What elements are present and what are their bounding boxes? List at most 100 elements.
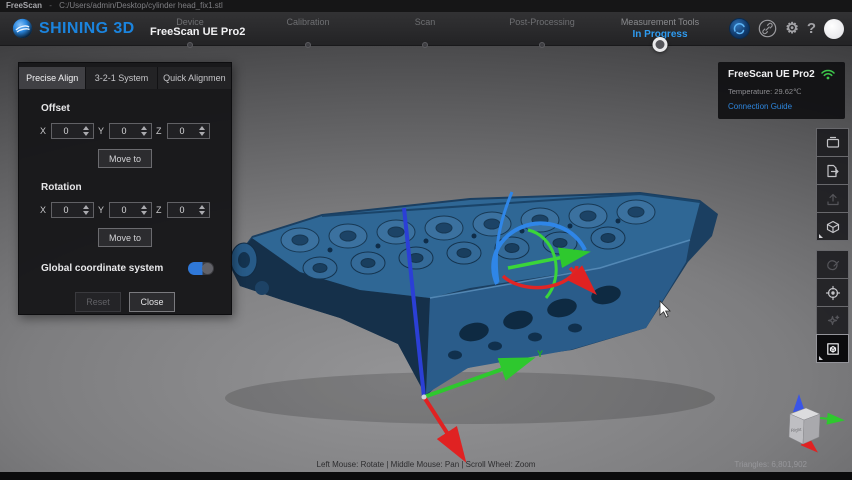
tab-measurement-tools[interactable]: Measurement Tools: [621, 17, 699, 27]
offset-y-input[interactable]: [110, 124, 138, 138]
rotation-y-label: Y: [98, 205, 105, 215]
spin-down-icon[interactable]: [141, 132, 147, 136]
user-avatar[interactable]: [824, 18, 844, 39]
spin-up-icon[interactable]: [199, 126, 205, 130]
rotation-z-input[interactable]: [168, 203, 196, 217]
rotation-section-label: Rotation: [41, 182, 82, 193]
toolbar-right-group-2: [816, 250, 849, 363]
window-titlebar: FreeScan - C:/Users/admin/Desktop/cylind…: [0, 0, 852, 12]
align-panel-buttons: Reset Close: [19, 292, 231, 312]
bounding-box-button[interactable]: [816, 334, 849, 363]
tab-321-system[interactable]: 3-2-1 System: [86, 67, 158, 89]
device-name: FreeScan UE Pro2: [728, 69, 815, 80]
model-cube-icon: [826, 220, 839, 233]
mouse-hint-text: Left Mouse: Rotate | Middle Mouse: Pan |…: [316, 460, 536, 469]
rotation-z-spinner: [167, 202, 210, 218]
navigation-cube[interactable]: Right: [788, 394, 845, 453]
rotation-y-input[interactable]: [110, 203, 138, 217]
locate-target-button[interactable]: [816, 278, 849, 307]
product-name: FreeScan UE Pro2: [150, 26, 246, 38]
export-file-icon: [826, 164, 839, 177]
tab-scan[interactable]: Scan: [415, 17, 436, 27]
offset-y-label: Y: [98, 126, 105, 136]
axis-label-y: Y: [537, 349, 543, 359]
offset-move-to-button[interactable]: Move to: [98, 149, 152, 168]
spin-up-icon[interactable]: [83, 126, 89, 130]
global-coordinate-label: Global coordinate system: [41, 263, 164, 274]
precise-align-panel: Precise Align 3-2-1 System Quick Alignme…: [18, 62, 232, 315]
offset-row: X Y Z: [19, 123, 231, 139]
rotation-x-label: X: [40, 205, 47, 215]
open-file-path: C:/Users/admin/Desktop/cylinder head_fix…: [59, 1, 223, 10]
spin-up-icon[interactable]: [141, 205, 147, 209]
global-coordinate-toggle[interactable]: [188, 262, 214, 275]
tab-device[interactable]: Device: [176, 17, 204, 27]
rotation-row: X Y Z: [19, 202, 231, 218]
magic-select-icon: [827, 314, 839, 325]
model-cylinder-head[interactable]: [230, 192, 718, 396]
rotation-x-spinner: [51, 202, 94, 218]
offset-x-label: X: [40, 126, 47, 136]
global-coordinate-row: Global coordinate system: [19, 262, 231, 275]
upload-button[interactable]: [816, 184, 849, 213]
wifi-icon: [821, 69, 835, 80]
triangle-count: Triangles: 6,801,902: [734, 460, 807, 469]
connection-guide-link[interactable]: Connection Guide: [728, 102, 835, 111]
menubar: SHINING 3D FreeScan UE Pro2 Device Calib…: [0, 12, 852, 52]
spin-up-icon[interactable]: [83, 205, 89, 209]
settings-gear-icon[interactable]: ⚙: [785, 21, 798, 36]
offset-z-spin-buttons[interactable]: [196, 124, 208, 138]
tab-precise-align[interactable]: Precise Align: [19, 67, 87, 89]
mesh-edit-button[interactable]: [816, 250, 849, 279]
tab-calibration[interactable]: Calibration: [286, 17, 329, 27]
rotation-move-to-button[interactable]: Move to: [98, 228, 152, 247]
offset-x-input[interactable]: [52, 124, 80, 138]
brand-logo: SHINING 3D: [12, 18, 135, 39]
model-cube-button[interactable]: [816, 212, 849, 241]
step-dot-device: [187, 42, 193, 48]
taskbar-strip: [0, 472, 852, 480]
rotation-x-input[interactable]: [52, 203, 80, 217]
locate-target-icon: [825, 285, 840, 300]
scan-view-button[interactable]: [816, 128, 849, 157]
spin-down-icon[interactable]: [141, 211, 147, 215]
spin-up-icon[interactable]: [199, 205, 205, 209]
tab-quick-alignment[interactable]: Quick Alignmen: [157, 67, 231, 89]
help-icon[interactable]: ?: [807, 21, 816, 36]
viewport-3d[interactable]: Y Right Precise Align 3-2-1 System Quick…: [0, 46, 852, 472]
rotation-x-spin-buttons[interactable]: [80, 203, 92, 217]
spin-down-icon[interactable]: [83, 211, 89, 215]
offset-z-input[interactable]: [168, 124, 196, 138]
offset-z-spinner: [167, 123, 210, 139]
offset-x-spin-buttons[interactable]: [80, 124, 92, 138]
device-temperature: Temperature: 29.62℃: [728, 87, 802, 96]
app-name: FreeScan: [6, 1, 43, 10]
link-icon[interactable]: [758, 19, 777, 38]
step-dot-post-processing: [539, 42, 545, 48]
spin-up-icon[interactable]: [141, 126, 147, 130]
community-icon[interactable]: [729, 18, 751, 39]
rotation-y-spinner: [109, 202, 152, 218]
export-file-button[interactable]: [816, 156, 849, 185]
device-status-panel: FreeScan UE Pro2 Temperature: 29.62℃ Con…: [718, 62, 845, 119]
offset-y-spinner: [109, 123, 152, 139]
reset-button[interactable]: Reset: [75, 292, 121, 312]
toggle-knob: [202, 263, 213, 274]
magic-select-button[interactable]: [816, 306, 849, 335]
rotation-z-spin-buttons[interactable]: [196, 203, 208, 217]
header-icon-group: ⚙ ?: [729, 18, 844, 39]
offset-section-label: Offset: [41, 103, 70, 114]
tab-post-processing[interactable]: Post-Processing: [509, 17, 575, 27]
offset-x-spinner: [51, 123, 94, 139]
rotation-y-spin-buttons[interactable]: [138, 203, 150, 217]
toolbar-right-group-1: [816, 128, 849, 241]
spin-down-icon[interactable]: [83, 132, 89, 136]
spin-down-icon[interactable]: [199, 211, 205, 215]
mesh-edit-icon: [826, 259, 839, 270]
scan-view-icon: [826, 136, 839, 148]
spin-down-icon[interactable]: [199, 132, 205, 136]
align-panel-tabs: Precise Align 3-2-1 System Quick Alignme…: [19, 67, 231, 89]
close-button[interactable]: Close: [129, 292, 175, 312]
globe-logo-icon: [12, 18, 33, 39]
offset-y-spin-buttons[interactable]: [138, 124, 150, 138]
